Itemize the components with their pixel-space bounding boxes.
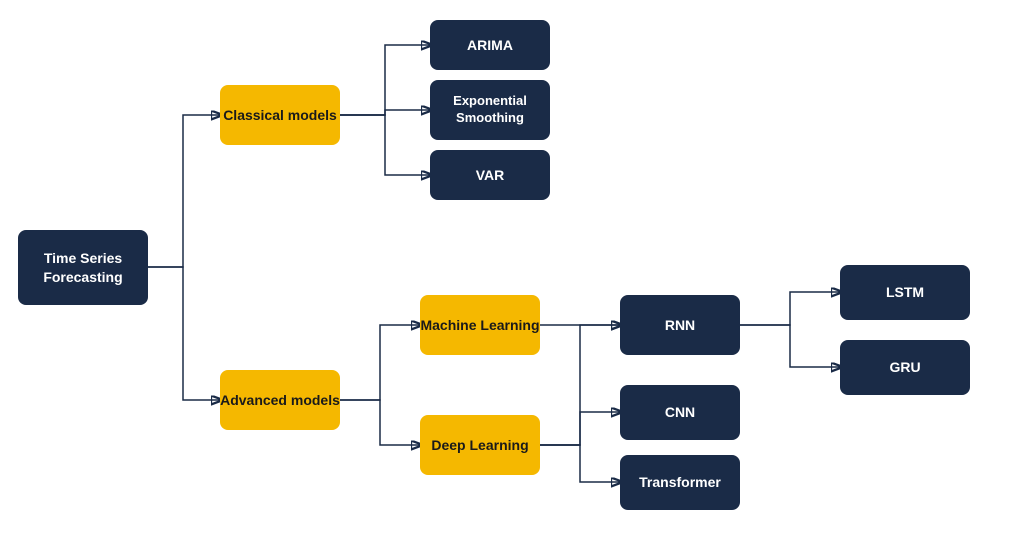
classical-models-node: Classical models xyxy=(220,85,340,145)
transformer-node: Transformer xyxy=(620,455,740,510)
gru-node: GRU xyxy=(840,340,970,395)
exp-smoothing-node: Exponential Smoothing xyxy=(430,80,550,140)
advanced-models-node: Advanced models xyxy=(220,370,340,430)
diagram: Time Series Forecasting Classical models… xyxy=(0,0,1024,548)
var-node: VAR xyxy=(430,150,550,200)
lstm-node: LSTM xyxy=(840,265,970,320)
cnn-node: CNN xyxy=(620,385,740,440)
ml-node: Machine Learning xyxy=(420,295,540,355)
rnn-node: RNN xyxy=(620,295,740,355)
arima-node: ARIMA xyxy=(430,20,550,70)
tsf-node: Time Series Forecasting xyxy=(18,230,148,305)
dl-node: Deep Learning xyxy=(420,415,540,475)
